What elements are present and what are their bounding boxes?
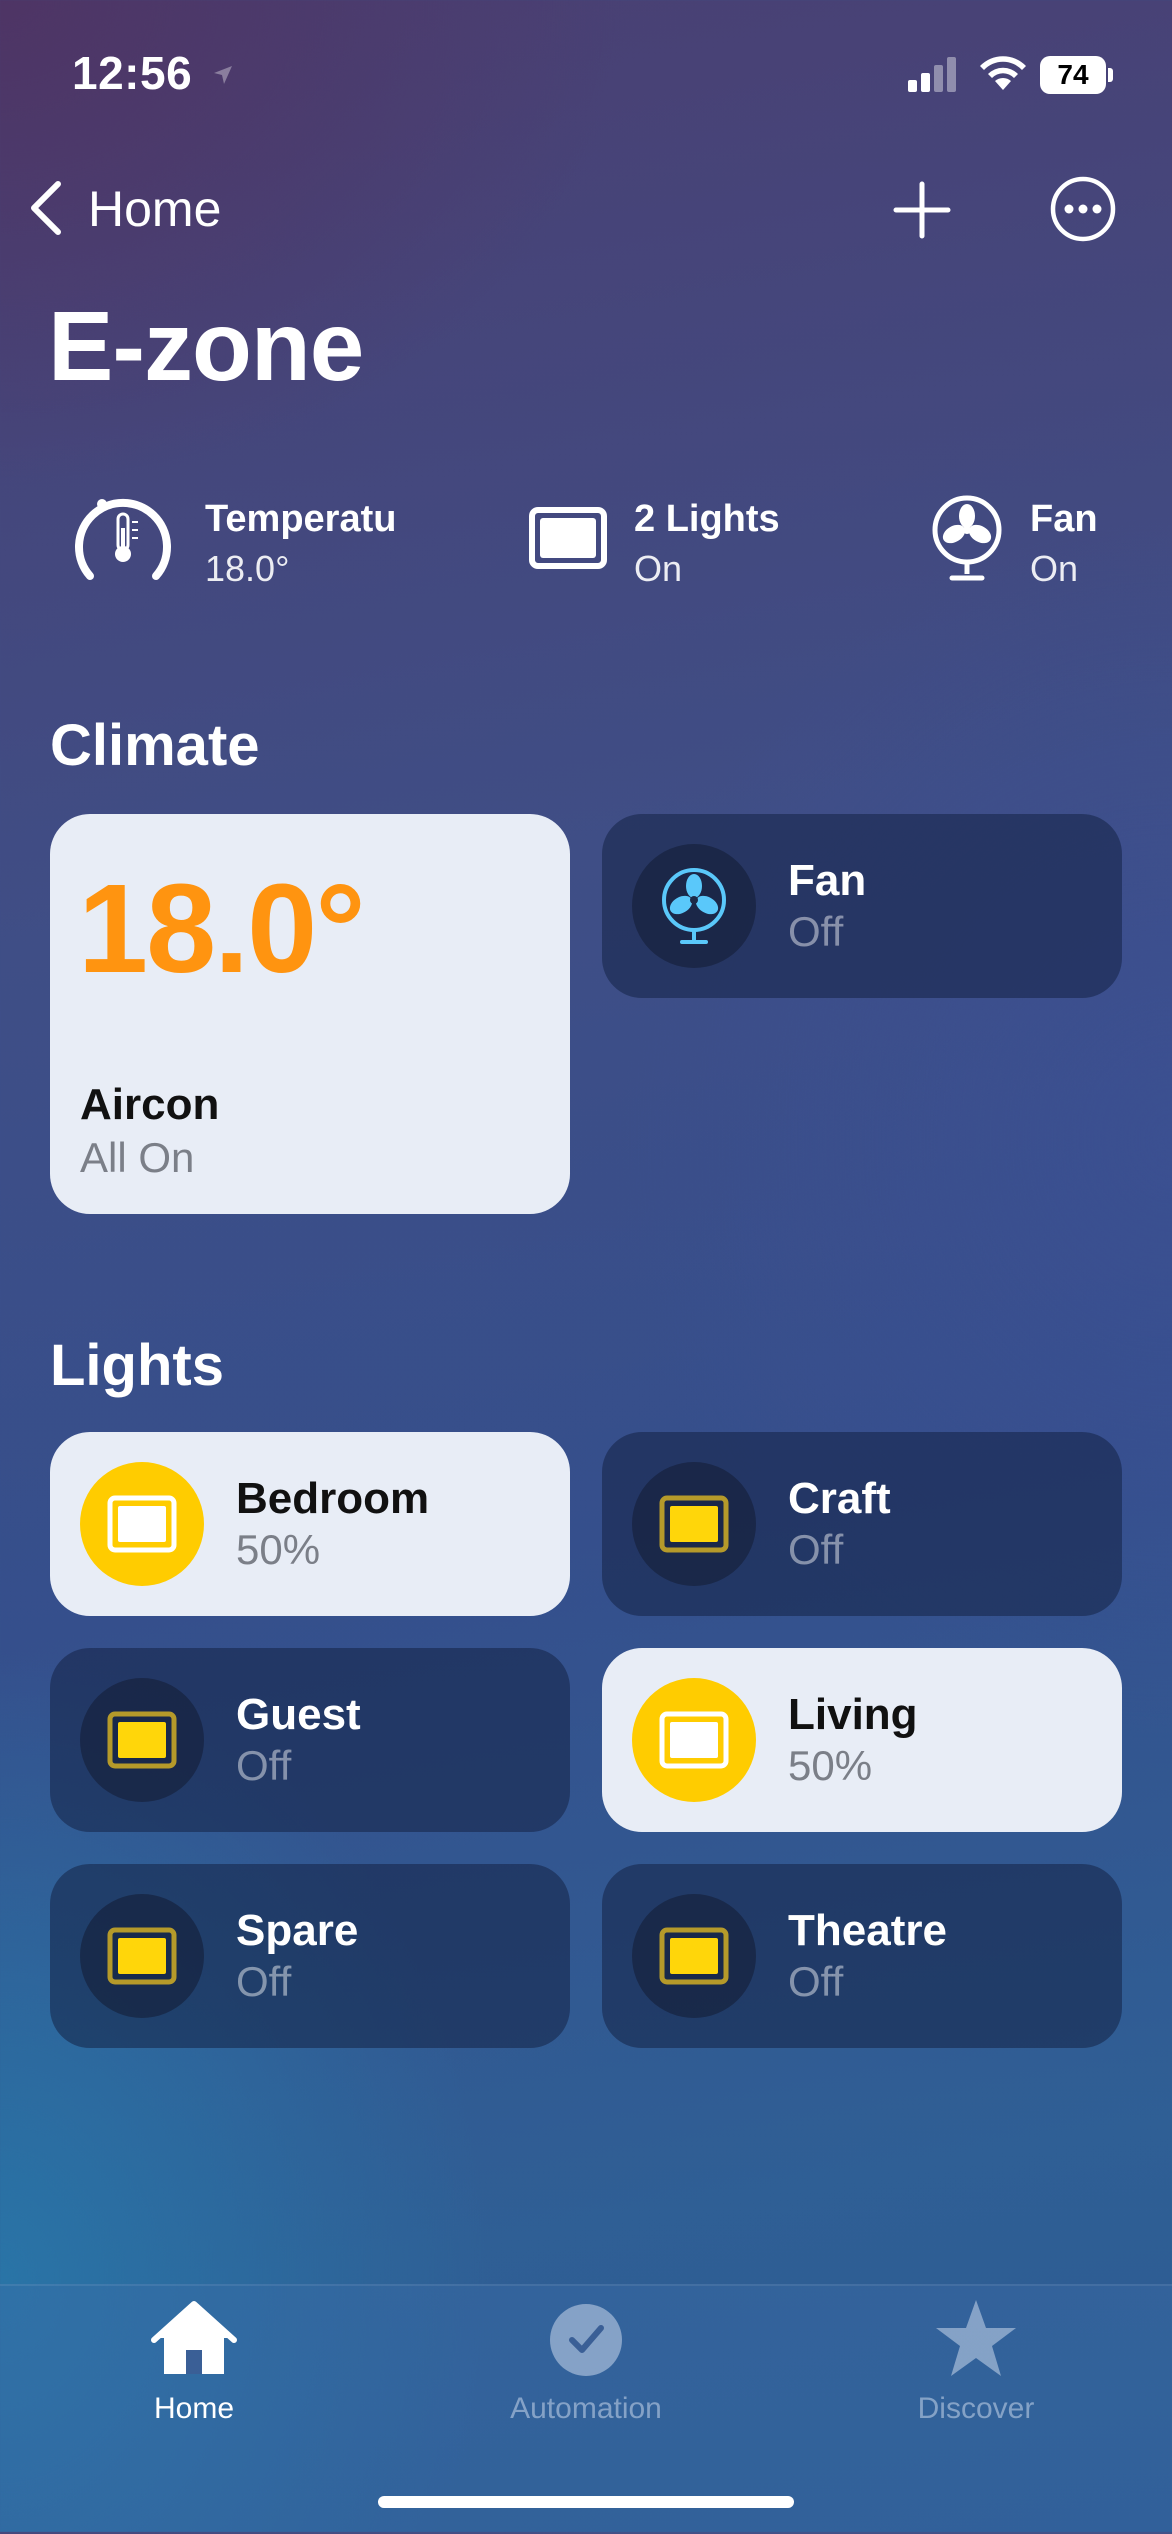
thermometer-gauge-icon[interactable] <box>68 486 178 586</box>
star-icon[interactable] <box>934 2298 1018 2378</box>
light-tile-bedroom[interactable]: Bedroom 50% <box>50 1432 570 1616</box>
aircon-tile[interactable]: 18.0° Aircon All On <box>50 814 570 1214</box>
fan-icon <box>662 868 726 944</box>
back-button[interactable]: Home <box>88 180 221 238</box>
light-panel-icon <box>659 1711 729 1769</box>
summary-lights-title[interactable]: 2 Lights <box>634 498 780 541</box>
chevron-left-icon[interactable] <box>26 180 66 236</box>
light-panel-icon <box>659 1927 729 1985</box>
light-tile-theatre[interactable]: Theatre Off <box>602 1864 1122 2048</box>
clock-check-icon[interactable] <box>546 2300 626 2380</box>
more-options-icon[interactable] <box>1050 176 1116 242</box>
light-name: Theatre <box>788 1906 947 1955</box>
lights-section-title: Lights <box>50 1333 224 1398</box>
light-tile-living[interactable]: Living 50% <box>602 1648 1122 1832</box>
summary-fan-title[interactable]: Fan <box>1030 498 1098 541</box>
aircon-state: All On <box>80 1134 195 1181</box>
light-state: 50% <box>236 1526 321 1573</box>
summary-temperature-value: 18.0° <box>205 548 290 589</box>
light-icon-circle <box>80 1894 204 2018</box>
battery-nub <box>1108 68 1113 82</box>
light-name: Spare <box>236 1906 359 1955</box>
home-indicator <box>378 2496 794 2508</box>
light-icon-circle <box>632 1462 756 1586</box>
light-tile-guest[interactable]: Guest Off <box>50 1648 570 1832</box>
light-name: Living <box>788 1690 918 1739</box>
light-panel-icon <box>659 1495 729 1553</box>
light-icon-circle <box>632 1678 756 1802</box>
light-state: Off <box>236 1742 292 1789</box>
house-icon[interactable] <box>150 2298 238 2378</box>
summary-temperature-title[interactable]: Temperatu <box>205 498 396 541</box>
light-tile-craft[interactable]: Craft Off <box>602 1432 1122 1616</box>
fan-tile[interactable]: Fan Off <box>602 814 1122 998</box>
battery-indicator: 74 <box>1040 56 1106 94</box>
location-arrow-icon <box>214 66 232 84</box>
light-icon-circle <box>80 1678 204 1802</box>
light-state: Off <box>788 1958 844 2005</box>
light-tile-spare[interactable]: Spare Off <box>50 1864 570 2048</box>
light-state: Off <box>788 1526 844 1573</box>
fan-state: Off <box>788 908 844 955</box>
climate-section-title: Climate <box>50 713 260 778</box>
light-panel-icon <box>107 1495 177 1553</box>
light-name: Guest <box>236 1690 361 1739</box>
aircon-name: Aircon <box>80 1080 220 1129</box>
light-panel-icon[interactable] <box>522 486 612 586</box>
tab-home[interactable]: Home <box>74 2392 314 2426</box>
page-title: E-zone <box>48 291 364 401</box>
fan-name: Fan <box>788 856 867 905</box>
tab-discover[interactable]: Discover <box>856 2392 1096 2426</box>
light-icon-circle <box>632 1894 756 2018</box>
light-icon-circle <box>80 1462 204 1586</box>
fan-icon[interactable] <box>922 486 1012 586</box>
summary-lights-state: On <box>634 548 683 589</box>
light-panel-icon <box>107 1711 177 1769</box>
light-panel-icon <box>107 1927 177 1985</box>
wifi-icon <box>980 56 1026 90</box>
light-state: 50% <box>788 1742 873 1789</box>
tab-automation[interactable]: Automation <box>466 2392 706 2426</box>
light-state: Off <box>236 1958 292 2005</box>
summary-fan-state: On <box>1030 548 1079 589</box>
light-name: Craft <box>788 1474 891 1523</box>
add-icon[interactable] <box>892 180 952 240</box>
light-name: Bedroom <box>236 1474 430 1523</box>
fan-icon-circle <box>632 844 756 968</box>
cellular-signal-icon <box>908 57 956 92</box>
status-time: 12:56 <box>72 47 193 99</box>
aircon-temperature: 18.0° <box>78 858 366 999</box>
